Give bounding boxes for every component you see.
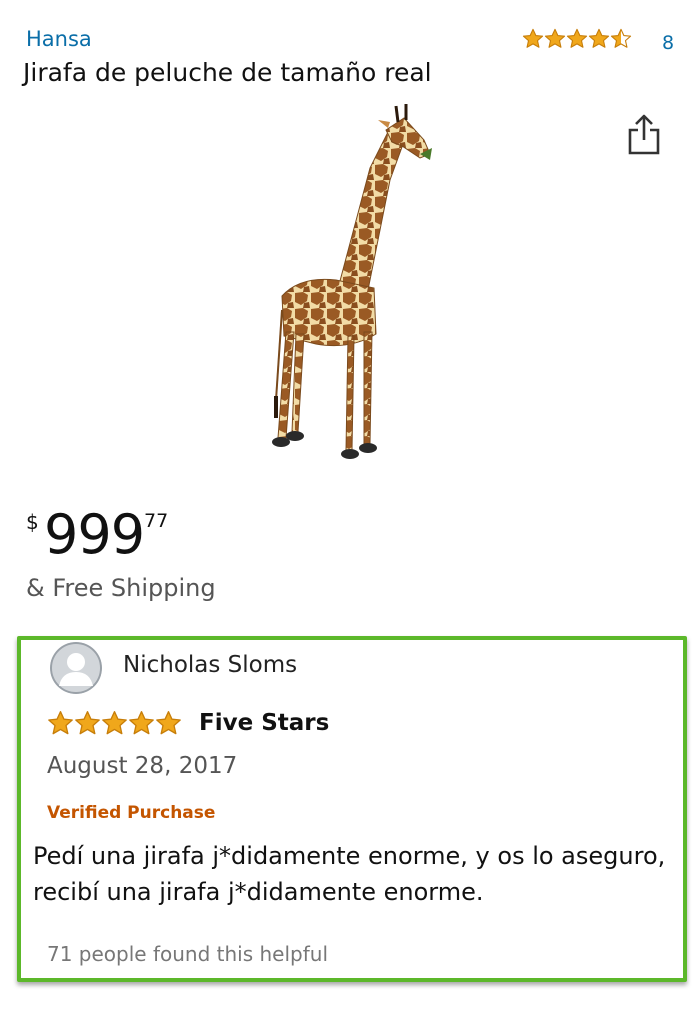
review-card: Nicholas Sloms Five Stars August 28, 201… xyxy=(17,636,687,982)
star-icon xyxy=(129,711,154,735)
price-whole: 999 xyxy=(44,503,145,566)
product-rating[interactable] xyxy=(522,28,632,50)
star-icon xyxy=(75,711,100,735)
verified-purchase-badge: Verified Purchase xyxy=(47,803,216,823)
share-icon[interactable] xyxy=(626,112,662,156)
star-icon xyxy=(522,28,544,48)
reviewer-name[interactable]: Nicholas Sloms xyxy=(123,652,297,678)
price-currency-symbol: $ xyxy=(26,510,39,534)
star-icon xyxy=(48,711,73,735)
review-stars xyxy=(47,710,182,737)
giraffe-plush-image[interactable] xyxy=(230,100,470,480)
helpful-count: 71 people found this helpful xyxy=(47,942,328,966)
star-icon xyxy=(102,711,127,735)
shipping-info: & Free Shipping xyxy=(26,574,216,602)
avatar xyxy=(50,642,102,694)
review-body: Pedí una jirafa j*didamente enorme, y os… xyxy=(33,842,666,906)
star-icon xyxy=(544,28,566,48)
star-icon xyxy=(588,28,610,48)
review-date: August 28, 2017 xyxy=(47,753,238,779)
star-icon xyxy=(156,711,181,735)
review-title: Five Stars xyxy=(199,710,330,736)
product-title: Jirafa de peluche de tamaño real xyxy=(23,58,432,87)
star-icon xyxy=(566,28,588,48)
star-icon xyxy=(610,28,632,48)
price-cents: 77 xyxy=(144,510,169,532)
brand-link[interactable]: Hansa xyxy=(26,27,92,51)
rating-count-link[interactable]: 8 xyxy=(662,32,674,54)
rating-stars xyxy=(522,28,632,50)
